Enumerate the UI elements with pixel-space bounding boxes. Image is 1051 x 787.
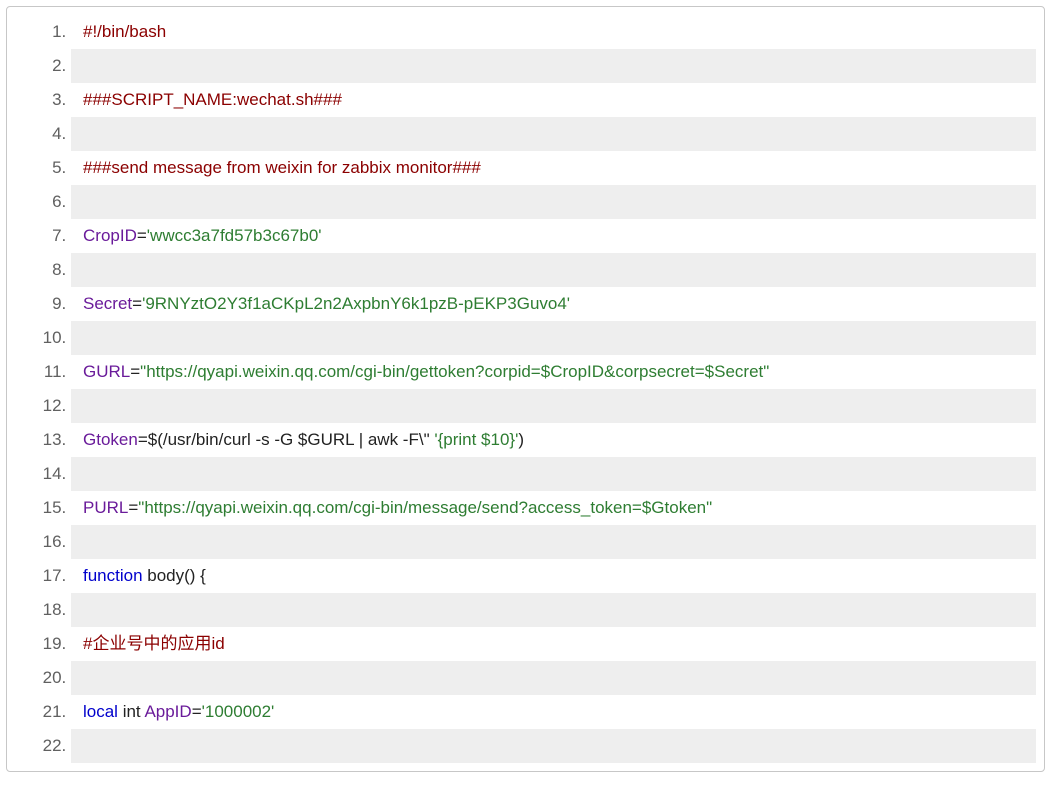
code-line: ###SCRIPT_NAME:wechat.sh### (71, 83, 1036, 117)
code-line (71, 661, 1036, 695)
code-line: GURL="https://qyapi.weixin.qq.com/cgi-bi… (71, 355, 1036, 389)
code-line: PURL="https://qyapi.weixin.qq.com/cgi-bi… (71, 491, 1036, 525)
code-token-var: Secret (83, 294, 132, 313)
code-line: ###send message from weixin for zabbix m… (71, 151, 1036, 185)
code-token-plain: = (128, 498, 138, 517)
code-token-plain: = (192, 702, 202, 721)
code-line (71, 729, 1036, 763)
code-token-plain: =$(/usr/bin/curl -s -G $GURL | awk -F\" (138, 430, 435, 449)
code-line (71, 253, 1036, 287)
code-token-var: AppID (144, 702, 191, 721)
code-token-var: Gtoken (83, 430, 138, 449)
code-token-plain: int (118, 702, 144, 721)
code-token-keyword: function (83, 566, 143, 585)
code-line (71, 593, 1036, 627)
code-line (71, 49, 1036, 83)
code-line: Gtoken=$(/usr/bin/curl -s -G $GURL | awk… (71, 423, 1036, 457)
code-line-list: #!/bin/bash ###SCRIPT_NAME:wechat.sh### … (15, 15, 1036, 763)
code-line (71, 389, 1036, 423)
code-token-comment: #!/bin/bash (83, 22, 166, 41)
code-token-string: '{print $10}' (434, 430, 518, 449)
code-token-comment: ###SCRIPT_NAME:wechat.sh### (83, 90, 342, 109)
code-token-plain: = (132, 294, 142, 313)
code-token-string: '1000002' (202, 702, 275, 721)
code-line: #!/bin/bash (71, 15, 1036, 49)
code-token-plain: ) (518, 430, 524, 449)
code-token-keyword: local (83, 702, 118, 721)
code-block: #!/bin/bash ###SCRIPT_NAME:wechat.sh### … (6, 6, 1045, 772)
code-token-string: '9RNYztO2Y3f1aCKpL2n2AxpbnY6k1pzB-pEKP3G… (142, 294, 570, 313)
code-token-var: GURL (83, 362, 130, 381)
code-line (71, 457, 1036, 491)
code-token-var: CropID (83, 226, 137, 245)
code-token-var: PURL (83, 498, 128, 517)
code-token-string: "https://qyapi.weixin.qq.com/cgi-bin/get… (140, 362, 769, 381)
code-token-plain: body() { (143, 566, 206, 585)
code-token-comment: #企业号中的应用id (83, 634, 225, 653)
code-token-plain: = (130, 362, 140, 381)
code-line (71, 525, 1036, 559)
code-line: CropID='wwcc3a7fd57b3c67b0' (71, 219, 1036, 253)
code-token-plain: = (137, 226, 147, 245)
code-token-string: "https://qyapi.weixin.qq.com/cgi-bin/mes… (138, 498, 712, 517)
code-line: function body() { (71, 559, 1036, 593)
code-token-comment: ###send message from weixin for zabbix m… (83, 158, 481, 177)
code-line: local int AppID='1000002' (71, 695, 1036, 729)
code-line (71, 321, 1036, 355)
code-line (71, 117, 1036, 151)
code-token-string: 'wwcc3a7fd57b3c67b0' (147, 226, 322, 245)
code-line: Secret='9RNYztO2Y3f1aCKpL2n2AxpbnY6k1pzB… (71, 287, 1036, 321)
code-line (71, 185, 1036, 219)
code-line: #企业号中的应用id (71, 627, 1036, 661)
